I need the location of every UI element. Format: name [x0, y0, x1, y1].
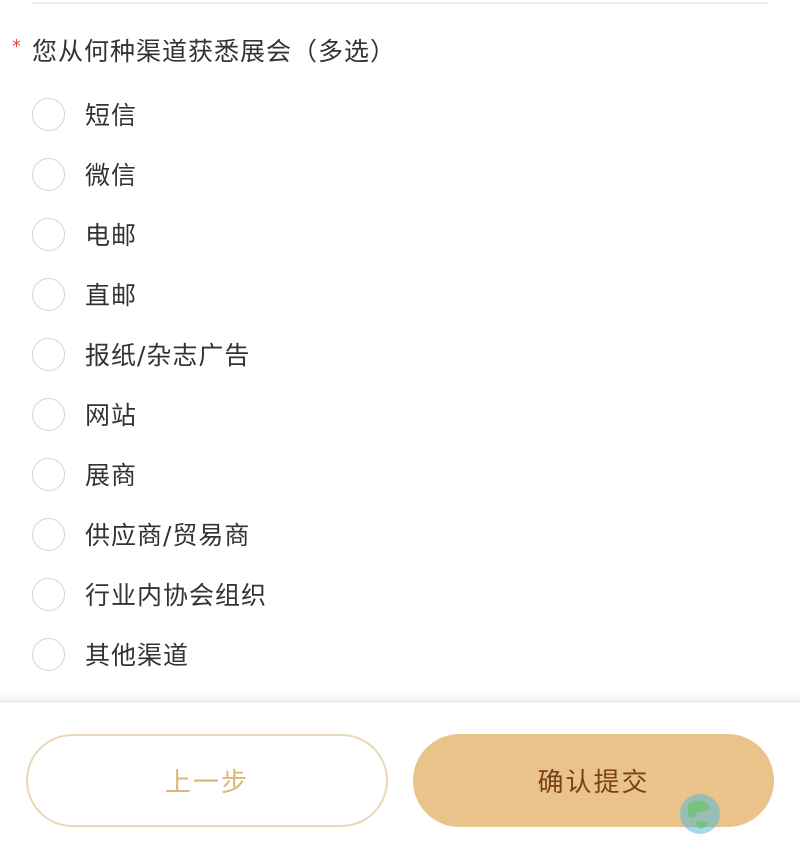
option-website[interactable]: 网站 — [0, 384, 800, 444]
option-label: 电邮 — [85, 221, 138, 250]
watermark-logo — [680, 794, 720, 834]
option-label: 直邮 — [85, 281, 138, 310]
radio-circle[interactable] — [32, 217, 65, 251]
survey-page: * 您从何种渠道获悉展会（多选） 短信 微信 电邮 直邮 报纸/杂志广告 网站 — [0, 0, 800, 859]
option-label: 短信 — [85, 101, 138, 130]
option-newspaper-ads[interactable]: 报纸/杂志广告 — [0, 324, 800, 384]
radio-circle[interactable] — [32, 277, 65, 311]
option-label: 行业内协会组织 — [85, 581, 268, 610]
radio-circle[interactable] — [32, 637, 65, 671]
option-label: 微信 — [85, 161, 138, 190]
option-email[interactable]: 电邮 — [0, 204, 800, 264]
option-label: 供应商/贸易商 — [85, 521, 251, 550]
option-list: 短信 微信 电邮 直邮 报纸/杂志广告 网站 展商 供应商/贸易商 行业内协会组… — [0, 84, 800, 684]
option-label: 其他渠道 — [85, 641, 190, 670]
previous-step-button[interactable]: 上一步 — [26, 734, 388, 827]
radio-circle[interactable] — [32, 397, 65, 431]
radio-circle[interactable] — [32, 337, 65, 371]
question-text: 您从何种渠道获悉展会（多选） — [32, 37, 397, 66]
option-supplier[interactable]: 供应商/贸易商 — [0, 504, 800, 564]
radio-circle[interactable] — [32, 517, 65, 551]
option-other-channels[interactable]: 其他渠道 — [0, 624, 800, 684]
option-wechat[interactable]: 微信 — [0, 144, 800, 204]
radio-circle[interactable] — [32, 97, 65, 131]
option-label: 网站 — [85, 401, 138, 430]
option-sms[interactable]: 短信 — [0, 84, 800, 144]
option-exhibitor[interactable]: 展商 — [0, 444, 800, 504]
top-divider — [33, 2, 768, 4]
radio-circle[interactable] — [32, 157, 65, 191]
option-direct-mail[interactable]: 直邮 — [0, 264, 800, 324]
option-label: 展商 — [85, 461, 138, 490]
option-industry-association[interactable]: 行业内协会组织 — [0, 564, 800, 624]
radio-circle[interactable] — [32, 577, 65, 611]
question-header: * 您从何种渠道获悉展会（多选） — [12, 34, 397, 67]
required-mark: * — [12, 35, 21, 57]
radio-circle[interactable] — [32, 457, 65, 491]
option-label: 报纸/杂志广告 — [85, 341, 251, 370]
